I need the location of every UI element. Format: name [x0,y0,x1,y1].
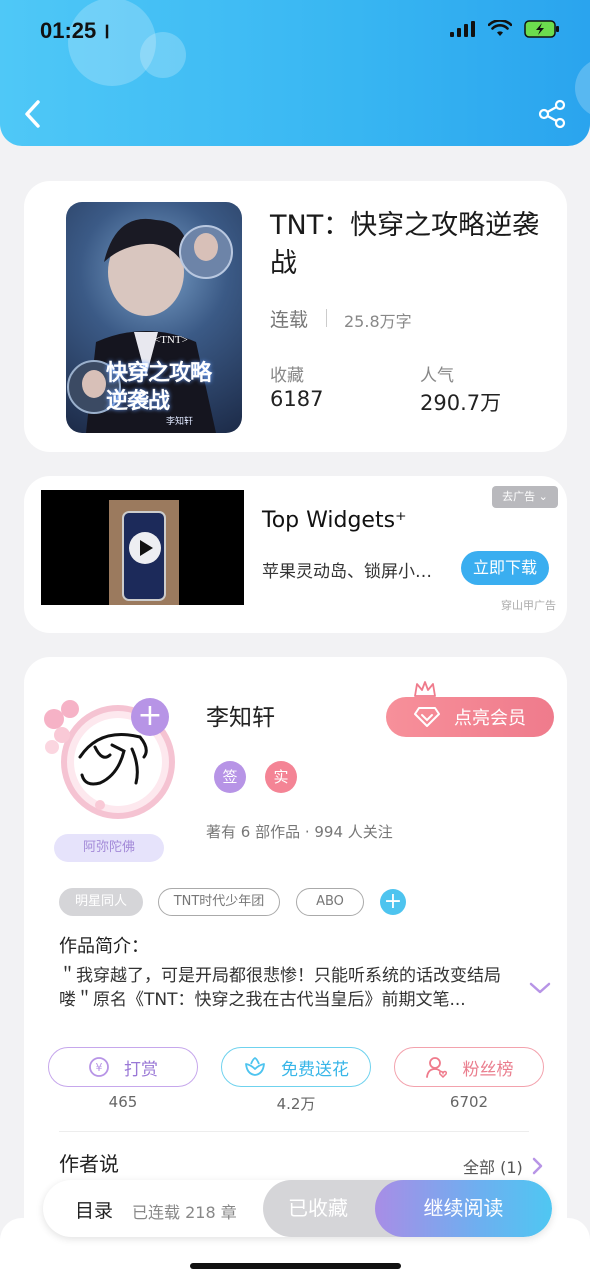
author-stats: 著有 6 部作品 · 994 人关注 [206,823,393,841]
author-name[interactable]: 李知轩 [206,698,275,732]
fans-label: 粉丝榜 [462,1059,514,1080]
all-label: 全部 (1) [463,1158,523,1177]
author-says-all-link[interactable]: 全部 (1) [463,1154,543,1178]
popularity-label: 人气 [420,366,454,386]
book-cover[interactable]: <TNT> 快穿之攻略逆袭战 李知轩 [66,202,242,433]
collected-label: 已收藏 [288,1196,348,1220]
toc-button[interactable]: 目录 [75,1196,113,1223]
flower-count: 4.2万 [276,1095,316,1113]
ad-video-thumbnail [109,500,179,605]
favorites-label: 收藏 [270,366,304,386]
flower-icon [245,1057,265,1076]
vip-button[interactable]: 点亮会员 [386,697,554,737]
follow-plus-button[interactable]: + [131,698,169,736]
top-header: 01:25 ⵏ [0,0,590,146]
section-divider [59,1131,529,1132]
intro-text: ＂我穿越了，可是开局都很悲惨！只能听系统的话改变结局喽＂原名《TNT：快穿之我在… [59,966,501,1010]
tip-count: 465 [108,1093,138,1111]
chapter-count: 已连载 218 章 [132,1203,237,1222]
flower-label: 免费送花 [281,1059,349,1080]
status-time: 01:25 ⵏ [40,18,110,43]
ad-title: Top Widgets⁺ [262,508,407,533]
divider [326,309,327,327]
favorites-value: 6187 [270,387,324,411]
tag-tnt[interactable]: TNT时代少年团 [158,888,280,916]
cellular-signal-icon [450,21,475,37]
ad-download-button[interactable]: 立即下载 [461,551,549,585]
popularity-value: 290.7万 [420,391,502,415]
decorative-bubble [140,32,186,78]
battery-charging-icon [524,20,559,38]
wifi-icon [488,20,512,36]
ad-source: 穿山甲广告 [501,599,556,612]
book-status: 连载 [270,309,309,331]
send-flower-button[interactable]: 免费送花 [221,1047,371,1087]
back-button[interactable] [18,96,48,132]
avatar-nickname-badge: 阿弥陀佛 [54,834,164,862]
coin-icon: ¥ [89,1057,109,1077]
crown-icon [414,681,436,697]
fan-user-icon [425,1057,447,1079]
remove-ad-label: 去广告 [502,490,536,503]
status-icons [450,20,560,38]
diamond-icon [414,707,440,727]
book-word-count: 25.8万字 [344,312,412,331]
book-title: TNT：快穿之攻略逆袭战 [270,210,540,279]
fans-count: 6702 [449,1093,489,1111]
decorative-bubble [575,58,590,118]
chevron-down-icon: ⌄ [538,490,548,503]
ad-card[interactable]: Top Widgets⁺ 苹果灵动岛、锁屏小组件 立即下载 去广告 ⌄ 穿山甲广… [24,476,567,633]
cover-author: 李知轩 [166,417,194,427]
tag-abo[interactable]: ABO [296,888,364,916]
tag-celebrity-fanfic[interactable]: 明星同人 [59,888,143,916]
vip-label: 点亮会员 [454,708,526,729]
expand-chevron-icon[interactable] [529,981,551,995]
chevron-right-icon [532,1157,543,1175]
book-info-card: <TNT> 快穿之攻略逆袭战 李知轩 TNT：快穿之攻略逆袭战 连载 25.8万… [24,181,567,452]
verified-badge: 实 [265,761,297,793]
fans-ranking-button[interactable]: 粉丝榜 [394,1047,544,1087]
home-indicator [190,1263,401,1269]
bottom-action-bar: 目录 已连载 218 章 已收藏 继续阅读 [43,1180,552,1237]
ad-video[interactable] [41,490,244,605]
author-says-heading: 作者说 [59,1152,119,1176]
signed-badge: 签 [214,761,246,793]
tip-button[interactable]: ¥ 打赏 [48,1047,198,1087]
cover-top-text: <TNT> [154,334,188,346]
continue-reading-button[interactable]: 继续阅读 [375,1180,552,1237]
ad-subtitle: 苹果灵动岛、锁屏小组件 [262,562,442,582]
fork-knife-icon: ⵏ [104,22,110,42]
svg-text:¥: ¥ [96,1061,103,1074]
tip-label: 打赏 [124,1059,158,1080]
cover-title: 快穿之攻略逆袭战 [106,361,212,414]
remove-ad-button[interactable]: 去广告 ⌄ [492,486,558,508]
add-tag-button[interactable]: + [380,889,406,915]
share-button[interactable] [536,98,568,130]
intro-heading: 作品简介： [59,936,149,957]
